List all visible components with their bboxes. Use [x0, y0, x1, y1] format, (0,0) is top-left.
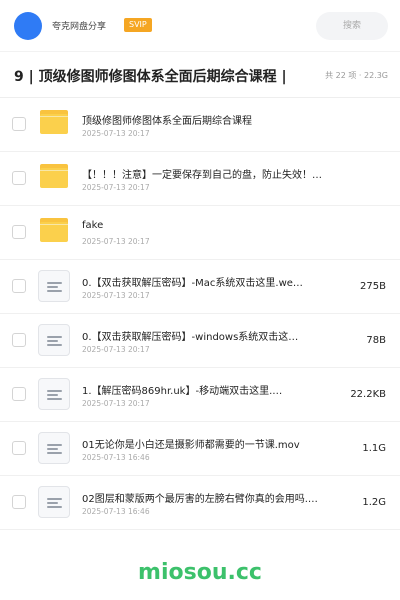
list-item[interactable]: 0.【双击获取解压密码】-windows系统双击这… 2025-07-13 20:…: [0, 314, 400, 368]
list-item[interactable]: 【！！！注意】一定要保存到自己的盘，防止失效！！！ 2025-07-13 20:1…: [0, 152, 400, 206]
list-item[interactable]: 1.【解压密码869hr.uk】-移动端双击这里.… 2025-07-13 20:…: [0, 368, 400, 422]
page-title: 9 | 顶级修图师修图体系全面后期综合课程 |: [14, 69, 287, 85]
item-date: 2025-07-13 20:17: [82, 291, 150, 300]
item-size: 1.2G: [362, 497, 386, 508]
list-item[interactable]: 0.【双击获取解压密码】-Mac系统双击这里.we… 2025-07-13 20:…: [0, 260, 400, 314]
item-size: 78B: [366, 335, 386, 346]
file-icon: [38, 486, 70, 518]
file-icon: [38, 270, 70, 302]
item-checkbox[interactable]: [12, 495, 26, 509]
item-name[interactable]: fake: [82, 220, 326, 231]
item-checkbox[interactable]: [12, 279, 26, 293]
item-name[interactable]: 01无论你是小白还是摄影师都需要的一节课.mov: [82, 436, 326, 451]
item-size: 1.1G: [362, 443, 386, 454]
watermark: miosou.cc: [138, 560, 262, 585]
file-list: 顶级修图师修图体系全面后期综合课程 2025-07-13 20:17 【！！！注意】…: [0, 98, 400, 530]
list-item[interactable]: 02图层和蒙版两个最厉害的左膀右臂你真的会用吗.m… 2025-07-13 16:…: [0, 476, 400, 530]
file-icon: [38, 378, 70, 410]
item-name[interactable]: 1.【解压密码869hr.uk】-移动端双击这里.…: [82, 382, 326, 397]
folder-icon: [40, 110, 68, 134]
top-bar: 夸克网盘分享 SVIP: [0, 0, 400, 52]
item-size: 275B: [360, 281, 386, 292]
item-checkbox[interactable]: [12, 387, 26, 401]
file-icon: [38, 324, 70, 356]
item-name[interactable]: 02图层和蒙版两个最厉害的左膀右臂你真的会用吗.m…: [82, 490, 326, 505]
list-item[interactable]: 顶级修图师修图体系全面后期综合课程 2025-07-13 20:17: [0, 98, 400, 152]
folder-icon: [40, 164, 68, 188]
item-date: 2025-07-13 16:46: [82, 507, 150, 516]
item-checkbox[interactable]: [12, 225, 26, 239]
item-date: 2025-07-13 20:17: [82, 129, 150, 138]
list-item[interactable]: 01无论你是小白还是摄影师都需要的一节课.mov 2025-07-13 16:46…: [0, 422, 400, 476]
item-checkbox[interactable]: [12, 171, 26, 185]
item-date: 2025-07-13 20:17: [82, 237, 150, 246]
item-date: 2025-07-13 16:46: [82, 453, 150, 462]
share-meta: 共 22 项 · 22.3G: [325, 71, 388, 80]
share-title-row: 9 | 顶级修图师修图体系全面后期综合课程 | 共 22 项 · 22.3G: [0, 52, 400, 98]
app-name: 夸克网盘分享: [52, 22, 107, 32]
item-name[interactable]: 【！！！注意】一定要保存到自己的盘，防止失效！！！: [82, 166, 326, 181]
item-checkbox[interactable]: [12, 441, 26, 455]
svip-badge: SVIP: [124, 18, 152, 32]
item-checkbox[interactable]: [12, 117, 26, 131]
avatar[interactable]: [14, 12, 42, 40]
file-icon: [38, 432, 70, 464]
folder-icon: [40, 218, 68, 242]
item-name[interactable]: 顶级修图师修图体系全面后期综合课程: [82, 112, 326, 127]
item-name[interactable]: 0.【双击获取解压密码】-Mac系统双击这里.we…: [82, 274, 326, 289]
search-input[interactable]: [316, 12, 388, 40]
item-checkbox[interactable]: [12, 333, 26, 347]
item-date: 2025-07-13 20:17: [82, 345, 150, 354]
list-item[interactable]: fake 2025-07-13 20:17: [0, 206, 400, 260]
item-size: 22.2KB: [350, 389, 386, 400]
item-name[interactable]: 0.【双击获取解压密码】-windows系统双击这…: [82, 328, 326, 343]
item-date: 2025-07-13 20:17: [82, 399, 150, 408]
item-date: 2025-07-13 20:17: [82, 183, 150, 192]
